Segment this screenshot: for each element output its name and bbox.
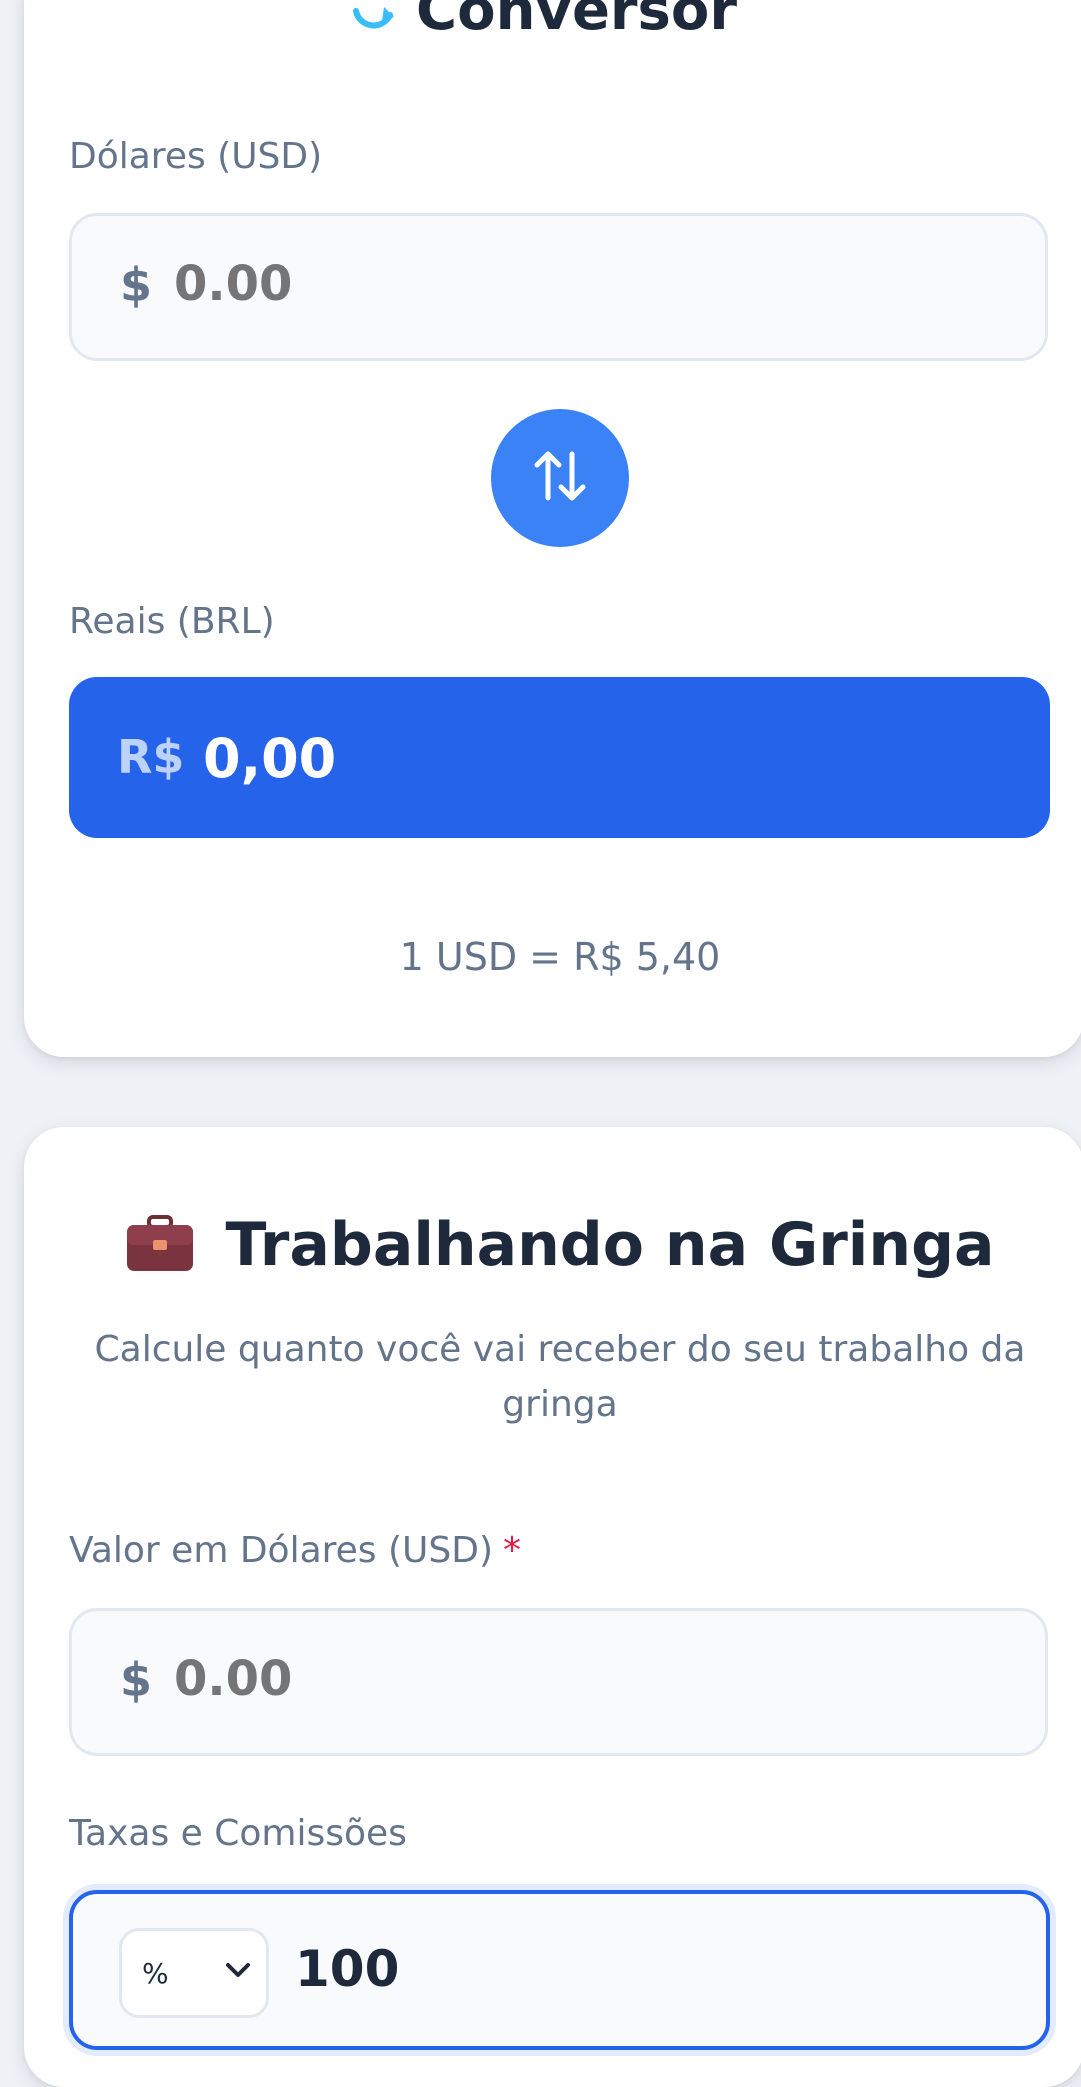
chevron-down-icon	[224, 1961, 252, 1981]
fees-label: Taxas e Comissões	[69, 1813, 407, 1854]
brl-result: R$ 0,00	[69, 677, 1050, 838]
required-mark: *	[503, 1530, 522, 1571]
brl-label: Reais (BRL)	[69, 601, 275, 642]
abroad-subtitle: Calcule quanto você vai receber do seu t…	[94, 1329, 1026, 1425]
brl-value: 0,00	[203, 727, 337, 790]
swap-vertical-icon	[532, 446, 588, 510]
usd-value-field[interactable]: $	[69, 1608, 1048, 1756]
usd-field[interactable]: $	[69, 213, 1048, 361]
usd-value-prefix: $	[120, 1653, 153, 1707]
usd-value-label: Valor em Dólares (USD) *	[69, 1530, 521, 1571]
fees-type-select[interactable]: %	[119, 1928, 269, 2018]
usd-label: Dólares (USD)	[69, 136, 323, 177]
usd-value-input[interactable]	[174, 1651, 874, 1707]
exchange-rate: 1 USD = R$ 5,40	[399, 935, 721, 979]
usd-value-label-text: Valor em Dólares (USD)	[69, 1530, 494, 1571]
swap-button[interactable]	[491, 409, 629, 547]
usd-prefix: $	[120, 258, 153, 312]
fees-value-input[interactable]: 100	[295, 1940, 399, 1998]
usd-input[interactable]	[174, 256, 874, 312]
converter-title: Conversor	[350, 0, 737, 43]
brl-prefix: R$	[117, 730, 185, 784]
abroad-title-text: Trabalhando na Gringa	[225, 1210, 995, 1280]
refresh-icon	[350, 0, 396, 34]
abroad-title: Trabalhando na Gringa	[0, 1210, 1081, 1280]
converter-title-text: Conversor	[416, 0, 737, 43]
fees-type-value: %	[142, 1957, 169, 1990]
briefcase-icon	[125, 1215, 195, 1273]
fees-field[interactable]: % 100	[69, 1890, 1050, 2050]
